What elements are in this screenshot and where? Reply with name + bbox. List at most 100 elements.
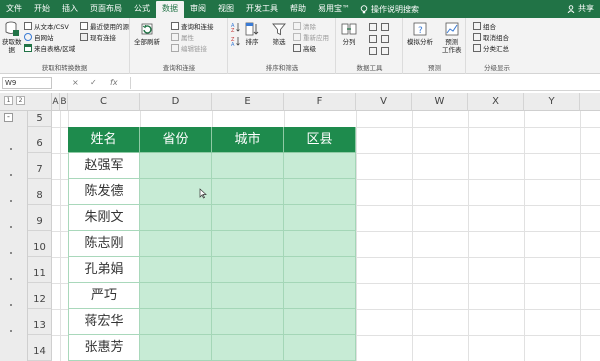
name-cell[interactable]: 陈志刚 bbox=[68, 231, 140, 257]
fx-icon[interactable]: fx bbox=[110, 77, 118, 89]
city-cell[interactable] bbox=[212, 257, 284, 283]
col-header-c[interactable]: C bbox=[68, 93, 140, 111]
what-if-analysis-button[interactable]: ? 模拟分析 bbox=[407, 21, 433, 46]
city-cell[interactable] bbox=[212, 231, 284, 257]
outline-level-1[interactable]: 1 bbox=[4, 96, 13, 105]
row-header-10[interactable]: 10 bbox=[28, 231, 52, 257]
name-cell[interactable]: 张惠芳 bbox=[68, 335, 140, 361]
tab-home[interactable]: 开始 bbox=[28, 0, 56, 18]
tab-page-layout[interactable]: 页面布局 bbox=[84, 0, 128, 18]
district-cell[interactable] bbox=[284, 309, 356, 335]
properties-button[interactable]: 属性 bbox=[171, 32, 194, 42]
province-cell[interactable] bbox=[140, 335, 212, 361]
group-button[interactable]: 组合 bbox=[473, 21, 496, 31]
col-header-d[interactable]: D bbox=[140, 93, 212, 111]
row-header-6[interactable]: 6 bbox=[28, 127, 52, 153]
ungroup-button[interactable]: 取消组合 bbox=[473, 32, 509, 42]
flash-fill-button[interactable] bbox=[369, 22, 377, 32]
province-cell[interactable] bbox=[140, 231, 212, 257]
clear-filter-button[interactable]: 清除 bbox=[293, 21, 316, 31]
province-cell[interactable] bbox=[140, 283, 212, 309]
collapse-group-button[interactable]: - bbox=[4, 113, 13, 122]
district-cell[interactable] bbox=[284, 257, 356, 283]
relationships-button[interactable] bbox=[381, 34, 389, 44]
name-cell[interactable]: 赵强军 bbox=[68, 153, 140, 179]
sort-button[interactable]: 排序 bbox=[244, 21, 260, 46]
queries-connections-button[interactable]: 查询和连接 bbox=[171, 21, 214, 31]
get-data-button[interactable]: 获取数 据 bbox=[2, 21, 22, 54]
tab-file[interactable]: 文件 bbox=[0, 0, 28, 18]
name-cell[interactable]: 蒋宏华 bbox=[68, 309, 140, 335]
name-box[interactable]: W9 bbox=[2, 77, 52, 89]
name-cell[interactable]: 孔弟娟 bbox=[68, 257, 140, 283]
sort-asc-button[interactable]: AZ bbox=[231, 22, 241, 32]
col-header-e[interactable]: E bbox=[212, 93, 284, 111]
district-cell[interactable] bbox=[284, 335, 356, 361]
existing-connections-button[interactable]: 现有连接 bbox=[80, 32, 116, 42]
cancel-icon[interactable]: × bbox=[72, 77, 79, 89]
data-model-button[interactable] bbox=[381, 46, 389, 56]
col-header-y[interactable]: Y bbox=[524, 93, 580, 111]
city-cell[interactable] bbox=[212, 153, 284, 179]
from-table-button[interactable]: 来自表格/区域 bbox=[24, 43, 75, 53]
city-cell[interactable] bbox=[212, 283, 284, 309]
district-cell[interactable] bbox=[284, 231, 356, 257]
table-header-city[interactable]: 城市 bbox=[212, 127, 284, 153]
col-header-x[interactable]: X bbox=[468, 93, 524, 111]
tab-formulas[interactable]: 公式 bbox=[128, 0, 156, 18]
col-header-a[interactable]: A bbox=[52, 93, 60, 111]
city-cell[interactable] bbox=[212, 205, 284, 231]
text-to-columns-button[interactable]: 分列 bbox=[341, 21, 357, 46]
city-cell[interactable] bbox=[212, 179, 284, 205]
table-header-name[interactable]: 姓名 bbox=[68, 127, 140, 153]
row-header-11[interactable]: 11 bbox=[28, 257, 52, 283]
row-header-5[interactable]: 5 bbox=[28, 111, 52, 127]
data-validation-button[interactable] bbox=[369, 46, 377, 56]
province-cell[interactable] bbox=[140, 205, 212, 231]
table-header-district[interactable]: 区县 bbox=[284, 127, 356, 153]
row-header-12[interactable]: 12 bbox=[28, 283, 52, 309]
district-cell[interactable] bbox=[284, 283, 356, 309]
share-button[interactable]: 共享 bbox=[567, 0, 594, 18]
tab-insert[interactable]: 插入 bbox=[56, 0, 84, 18]
advanced-filter-button[interactable]: 高级 bbox=[293, 43, 316, 53]
reapply-button[interactable]: 重新应用 bbox=[293, 32, 329, 42]
tab-view[interactable]: 视图 bbox=[212, 0, 240, 18]
province-cell[interactable] bbox=[140, 257, 212, 283]
subtotal-button[interactable]: 分类汇总 bbox=[473, 43, 509, 53]
name-cell[interactable]: 严巧 bbox=[68, 283, 140, 309]
remove-duplicates-button[interactable] bbox=[369, 34, 377, 44]
province-cell[interactable] bbox=[140, 309, 212, 335]
from-text-button[interactable]: 从文本/CSV bbox=[24, 21, 69, 31]
table-header-province[interactable]: 省份 bbox=[140, 127, 212, 153]
tab-easyuse[interactable]: 易用宝™ bbox=[312, 0, 356, 18]
tab-developer[interactable]: 开发工具 bbox=[240, 0, 284, 18]
row-header-13[interactable]: 13 bbox=[28, 309, 52, 335]
tab-help[interactable]: 帮助 bbox=[284, 0, 312, 18]
edit-links-button[interactable]: 编辑链接 bbox=[171, 43, 207, 53]
row-header-7[interactable]: 7 bbox=[28, 153, 52, 179]
district-cell[interactable] bbox=[284, 179, 356, 205]
row-header-8[interactable]: 8 bbox=[28, 179, 52, 205]
name-cell[interactable]: 朱刚文 bbox=[68, 205, 140, 231]
city-cell[interactable] bbox=[212, 335, 284, 361]
province-cell[interactable] bbox=[140, 153, 212, 179]
from-web-button[interactable]: 自网站 bbox=[24, 32, 54, 42]
col-header-w[interactable]: W bbox=[412, 93, 468, 111]
col-header-f[interactable]: F bbox=[284, 93, 356, 111]
tab-review[interactable]: 审阅 bbox=[184, 0, 212, 18]
col-header-b[interactable]: B bbox=[60, 93, 68, 111]
outline-level-2[interactable]: 2 bbox=[16, 96, 25, 105]
col-header-v[interactable]: V bbox=[356, 93, 412, 111]
forecast-sheet-button[interactable]: 预测 工作表 bbox=[442, 21, 462, 54]
refresh-all-button[interactable]: 全部刷新 bbox=[134, 21, 160, 46]
formula-input[interactable] bbox=[130, 77, 596, 89]
recent-sources-button[interactable]: 最近使用的源 bbox=[80, 21, 129, 31]
row-header-9[interactable]: 9 bbox=[28, 205, 52, 231]
filter-button[interactable]: 筛选 bbox=[271, 21, 287, 46]
sort-desc-button[interactable]: ZA bbox=[231, 36, 241, 46]
district-cell[interactable] bbox=[284, 205, 356, 231]
tell-me-search[interactable]: 操作说明搜索 bbox=[360, 4, 419, 15]
consolidate-button[interactable] bbox=[381, 22, 389, 32]
enter-icon[interactable]: ✓ bbox=[90, 77, 97, 89]
